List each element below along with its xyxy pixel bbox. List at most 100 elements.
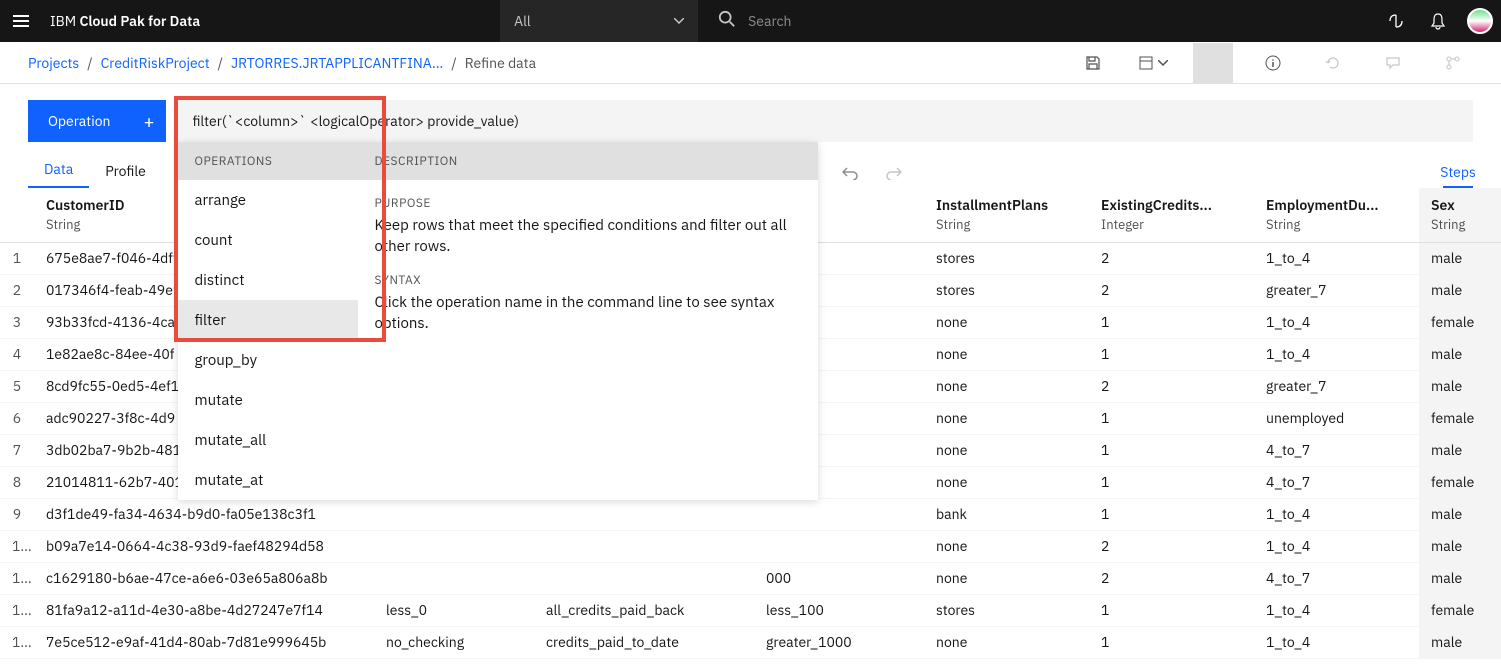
cell: none	[924, 306, 1089, 338]
cell: 1	[1089, 626, 1254, 658]
operation-item-mutate_all[interactable]: mutate_all	[178, 420, 358, 460]
cell: male	[1419, 434, 1501, 466]
column-header[interactable]: ExistingCredits...Integer	[1089, 188, 1254, 242]
cell: female	[1419, 402, 1501, 434]
cell: 1	[1089, 498, 1254, 530]
scope-dropdown[interactable]: All	[500, 0, 698, 42]
row-number: 4	[0, 338, 34, 370]
cell: stores	[924, 594, 1089, 626]
operation-item-mutate[interactable]: mutate	[178, 380, 358, 420]
cell: female	[1419, 594, 1501, 626]
search-box[interactable]: Search	[698, 10, 791, 32]
column-header[interactable]: EmploymentDu...String	[1254, 188, 1419, 242]
cell: 1	[1089, 434, 1254, 466]
cell: 81fa9a12-a11d-4e30-a8be-4d27247e7f14	[34, 594, 374, 626]
cell: 1	[1089, 594, 1254, 626]
operation-description: PURPOSE Keep rows that meet the specifie…	[358, 180, 818, 500]
cell: 1_to_4	[1254, 498, 1419, 530]
syntax-label: SYNTAX	[374, 273, 802, 290]
cell: 1_to_4	[1254, 242, 1419, 274]
operation-label: Operation	[28, 112, 130, 130]
tab-profile[interactable]: Profile	[89, 154, 162, 188]
cell: unemployed	[1254, 402, 1419, 434]
row-number: 9	[0, 498, 34, 530]
steps-link[interactable]: Steps	[1443, 158, 1473, 188]
purpose-label: PURPOSE	[374, 196, 802, 213]
comment-icon[interactable]	[1373, 43, 1413, 83]
cell: female	[1419, 306, 1501, 338]
desc-header: DESCRIPTION	[358, 154, 457, 169]
operation-item-group_by[interactable]: group_by	[178, 340, 358, 380]
redo-icon[interactable]	[879, 158, 909, 188]
save-icon[interactable]	[1073, 43, 1113, 83]
history-icon[interactable]	[1313, 43, 1353, 83]
menu-button[interactable]	[0, 0, 42, 42]
notifications-icon[interactable]	[1417, 0, 1459, 42]
link-icon[interactable]	[1375, 0, 1417, 42]
operation-item-arrange[interactable]: arrange	[178, 180, 358, 220]
cell: no_checking	[374, 626, 534, 658]
hamburger-icon	[13, 20, 29, 22]
toolbar-separator	[1193, 43, 1233, 83]
undo-icon[interactable]	[835, 158, 865, 188]
breadcrumb-projects[interactable]: Projects	[28, 54, 79, 72]
cell: greater_7	[1254, 370, 1419, 402]
cell: 4_to_7	[1254, 434, 1419, 466]
cell: 4_to_7	[1254, 562, 1419, 594]
search-icon	[718, 10, 736, 32]
operation-item-mutate_at[interactable]: mutate_at	[178, 460, 358, 500]
chevron-down-icon	[1158, 60, 1168, 66]
operation-item-filter[interactable]: filter	[178, 300, 358, 340]
export-dropdown-icon[interactable]	[1133, 43, 1173, 83]
cell: none	[924, 466, 1089, 498]
table-row: 137e5ce512-e9af-41d4-80ab-7d81e999645bno…	[0, 626, 1501, 658]
cell: male	[1419, 338, 1501, 370]
cell: 1	[1089, 306, 1254, 338]
cell: none	[924, 626, 1089, 658]
cell: greater_7	[1254, 274, 1419, 306]
cell: male	[1419, 242, 1501, 274]
command-input[interactable]: filter(`<column>` <logicalOperator> prov…	[178, 100, 1473, 142]
breadcrumb-project[interactable]: CreditRiskProject	[101, 54, 210, 72]
purpose-text: Keep rows that meet the specified condit…	[374, 215, 802, 257]
cell: female	[1419, 466, 1501, 498]
breadcrumb-current: Refine data	[465, 54, 536, 72]
operation-button[interactable]: Operation +	[28, 100, 166, 142]
table-row: 1281fa9a12-a11d-4e30-a8be-4d27247e7f14le…	[0, 594, 1501, 626]
breadcrumb-asset[interactable]: JRTORRES.JRTAPPLICANTFINA...	[231, 54, 443, 72]
operations-dropdown: OPERATIONS DESCRIPTION arrangecountdisti…	[178, 142, 818, 500]
cell: male	[1419, 626, 1501, 658]
cell: none	[924, 338, 1089, 370]
flow-icon[interactable]	[1433, 43, 1473, 83]
cell: 1_to_4	[1254, 530, 1419, 562]
cell: d3f1de49-fa34-4634-b9d0-fa05e138c3f1	[34, 498, 374, 530]
cell: 7e5ce512-e9af-41d4-80ab-7d81e999645b	[34, 626, 374, 658]
table-row: 11c1629180-b6ae-47ce-a6e6-03e65a806a8b00…	[0, 562, 1501, 594]
user-avatar[interactable]	[1459, 0, 1501, 42]
row-number: 10	[0, 530, 34, 562]
table-row: 9d3f1de49-fa34-4634-b9d0-fa05e138c3f1ban…	[0, 498, 1501, 530]
cell: 1	[1089, 466, 1254, 498]
breadcrumb-sep-3: /	[451, 54, 456, 72]
breadcrumb-sep-1: /	[87, 54, 92, 72]
column-header[interactable]: SexString	[1419, 188, 1501, 242]
operations-list: arrangecountdistinctfiltergroup_bymutate…	[178, 180, 358, 500]
row-number: 7	[0, 434, 34, 466]
plus-icon: +	[130, 100, 166, 142]
info-icon[interactable]	[1253, 43, 1293, 83]
cell: 1_to_4	[1254, 594, 1419, 626]
command-text: filter(`<column>` <logicalOperator> prov…	[192, 112, 518, 130]
product-title: Cloud Pak for Data	[79, 12, 200, 30]
tab-data[interactable]: Data	[28, 152, 89, 188]
column-header[interactable]: InstallmentPlansString	[924, 188, 1089, 242]
cell: 1_to_4	[1254, 306, 1419, 338]
row-number: 8	[0, 466, 34, 498]
operation-item-distinct[interactable]: distinct	[178, 260, 358, 300]
operation-item-count[interactable]: count	[178, 220, 358, 260]
syntax-text: Click the operation name in the command …	[374, 292, 802, 334]
cell: less_100	[754, 594, 924, 626]
cell: male	[1419, 274, 1501, 306]
cell: 2	[1089, 274, 1254, 306]
cell: none	[924, 562, 1089, 594]
cell: none	[924, 434, 1089, 466]
